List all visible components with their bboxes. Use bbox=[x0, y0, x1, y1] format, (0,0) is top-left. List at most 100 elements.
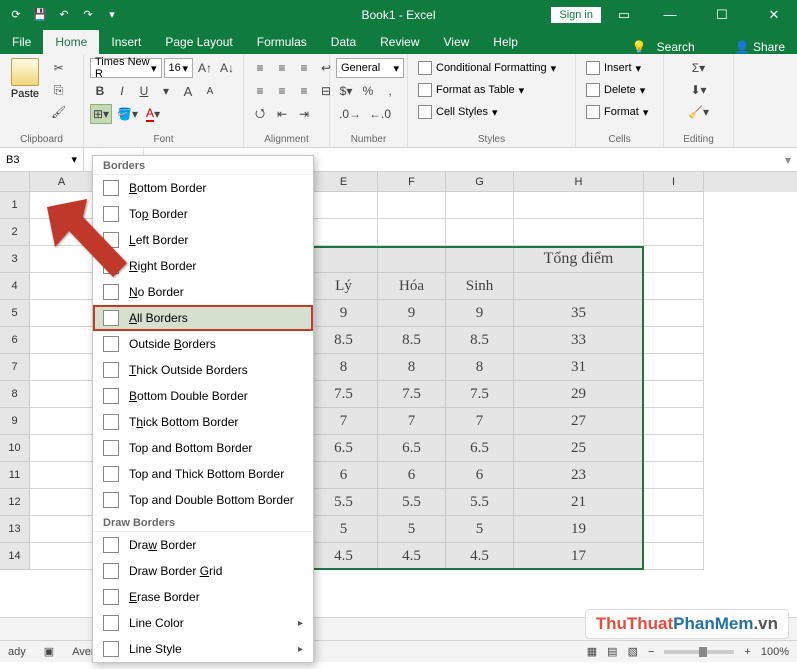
cell-I4[interactable] bbox=[644, 273, 704, 300]
cell-I13[interactable] bbox=[644, 516, 704, 543]
cell-A1[interactable] bbox=[30, 192, 94, 219]
decrease-decimal-icon[interactable]: ←.0 bbox=[366, 104, 394, 124]
tab-data[interactable]: Data bbox=[319, 30, 368, 54]
cell-H14[interactable]: 17 bbox=[514, 543, 644, 570]
cell-H4[interactable] bbox=[514, 273, 644, 300]
cell-F12[interactable]: 5.5 bbox=[378, 489, 446, 516]
cell-H10[interactable]: 25 bbox=[514, 435, 644, 462]
cell-I8[interactable] bbox=[644, 381, 704, 408]
maximize-button[interactable]: ☐ bbox=[699, 0, 745, 29]
autosave-toggle[interactable]: ⟳ bbox=[8, 7, 24, 23]
row-header-5[interactable]: 5 bbox=[0, 300, 30, 327]
row-header-2[interactable]: 2 bbox=[0, 219, 30, 246]
cell-A10[interactable] bbox=[30, 435, 94, 462]
clear-icon[interactable]: 🧹▾ bbox=[670, 102, 727, 122]
cell-F3[interactable] bbox=[378, 246, 446, 273]
underline-button[interactable]: U bbox=[134, 81, 154, 101]
cell-I3[interactable] bbox=[644, 246, 704, 273]
paste-button[interactable]: Paste bbox=[6, 58, 44, 145]
tab-view[interactable]: View bbox=[432, 30, 482, 54]
font-name-combo[interactable]: Times New R▾ bbox=[90, 58, 162, 78]
percent-icon[interactable]: % bbox=[358, 81, 378, 101]
row-header-10[interactable]: 10 bbox=[0, 435, 30, 462]
cell-A13[interactable] bbox=[30, 516, 94, 543]
cell-H2[interactable] bbox=[514, 219, 644, 246]
cell-H7[interactable]: 31 bbox=[514, 354, 644, 381]
autosum-icon[interactable]: Σ▾ bbox=[670, 58, 727, 78]
cell-F1[interactable] bbox=[378, 192, 446, 219]
border-menu-erase-border[interactable]: Erase Border bbox=[93, 584, 313, 610]
tab-file[interactable]: File bbox=[0, 30, 43, 54]
cell-E6[interactable]: 8.5 bbox=[310, 327, 378, 354]
borders-button[interactable]: ⊞▾ bbox=[90, 104, 112, 124]
row-header-9[interactable]: 9 bbox=[0, 408, 30, 435]
format-as-table-button[interactable]: Format as Table ▾ bbox=[414, 80, 569, 100]
select-all-corner[interactable] bbox=[0, 172, 30, 192]
format-cells-button[interactable]: Format ▾ bbox=[582, 102, 657, 122]
copy-icon[interactable]: ⎘ bbox=[48, 80, 69, 100]
tab-insert[interactable]: Insert bbox=[99, 30, 153, 54]
cell-H3[interactable]: Tổng điểm bbox=[514, 246, 644, 273]
view-pagebreak-icon[interactable]: ▧ bbox=[628, 645, 638, 658]
cell-G11[interactable]: 6 bbox=[446, 462, 514, 489]
cell-H1[interactable] bbox=[514, 192, 644, 219]
cell-I12[interactable] bbox=[644, 489, 704, 516]
cell-I7[interactable] bbox=[644, 354, 704, 381]
tab-formulas[interactable]: Formulas bbox=[245, 30, 319, 54]
align-center-icon[interactable]: ≡ bbox=[272, 81, 292, 101]
cell-F14[interactable]: 4.5 bbox=[378, 543, 446, 570]
delete-cells-button[interactable]: Delete ▾ bbox=[582, 80, 657, 100]
undo-icon[interactable]: ↶ bbox=[56, 7, 72, 23]
border-menu-top-and-bottom-border[interactable]: Top and Bottom Border bbox=[93, 435, 313, 461]
border-menu-top-border[interactable]: Top Border bbox=[93, 201, 313, 227]
column-header-G[interactable]: G bbox=[446, 172, 514, 192]
cell-A3[interactable] bbox=[30, 246, 94, 273]
cell-E4[interactable]: Lý bbox=[310, 273, 378, 300]
column-header-A[interactable]: A bbox=[30, 172, 94, 192]
column-header-E[interactable]: E bbox=[310, 172, 378, 192]
align-left-icon[interactable]: ≡ bbox=[250, 81, 270, 101]
number-format-combo[interactable]: General▾ bbox=[336, 58, 404, 78]
align-middle-icon[interactable]: ≡ bbox=[272, 58, 292, 78]
cell-G2[interactable] bbox=[446, 219, 514, 246]
qat-customize-icon[interactable]: ▾ bbox=[104, 7, 120, 23]
cell-G10[interactable]: 6.5 bbox=[446, 435, 514, 462]
cut-icon[interactable]: ✂ bbox=[48, 58, 69, 78]
cell-A2[interactable] bbox=[30, 219, 94, 246]
tab-home[interactable]: Home bbox=[43, 30, 99, 54]
cell-G13[interactable]: 5 bbox=[446, 516, 514, 543]
border-menu-no-border[interactable]: No Border bbox=[93, 279, 313, 305]
decrease-font-icon[interactable]: A↓ bbox=[217, 58, 237, 78]
tab-pagelayout[interactable]: Page Layout bbox=[153, 30, 244, 54]
row-header-3[interactable]: 3 bbox=[0, 246, 30, 273]
cell-A12[interactable] bbox=[30, 489, 94, 516]
cell-H8[interactable]: 29 bbox=[514, 381, 644, 408]
cell-E1[interactable] bbox=[310, 192, 378, 219]
zoom-in-icon[interactable]: + bbox=[744, 646, 750, 658]
border-menu-bottom-border[interactable]: Bottom Border bbox=[93, 175, 313, 201]
font-more-1[interactable]: ▾ bbox=[156, 81, 176, 101]
cell-E13[interactable]: 5 bbox=[310, 516, 378, 543]
cell-I2[interactable] bbox=[644, 219, 704, 246]
cell-F13[interactable]: 5 bbox=[378, 516, 446, 543]
column-header-I[interactable]: I bbox=[644, 172, 704, 192]
border-menu-thick-outside-borders[interactable]: Thick Outside Borders bbox=[93, 357, 313, 383]
cell-E11[interactable]: 6 bbox=[310, 462, 378, 489]
close-button[interactable]: ✕ bbox=[751, 0, 797, 29]
comma-icon[interactable]: , bbox=[380, 81, 400, 101]
cell-F9[interactable]: 7 bbox=[378, 408, 446, 435]
cell-F11[interactable]: 6 bbox=[378, 462, 446, 489]
save-icon[interactable]: 💾 bbox=[32, 7, 48, 23]
cell-A5[interactable] bbox=[30, 300, 94, 327]
decrease-font-icon2[interactable]: A bbox=[200, 81, 220, 101]
cell-I6[interactable] bbox=[644, 327, 704, 354]
row-header-6[interactable]: 6 bbox=[0, 327, 30, 354]
increase-indent-icon[interactable]: ⇥ bbox=[294, 104, 314, 124]
format-painter-icon[interactable]: 🖌 bbox=[48, 102, 69, 122]
cell-G4[interactable]: Sinh bbox=[446, 273, 514, 300]
orientation-icon[interactable]: ⭯ bbox=[250, 104, 270, 124]
cell-E10[interactable]: 6.5 bbox=[310, 435, 378, 462]
cell-G8[interactable]: 7.5 bbox=[446, 381, 514, 408]
fill-color-button[interactable]: 🪣▾ bbox=[114, 104, 141, 124]
zoom-level[interactable]: 100% bbox=[761, 646, 789, 658]
